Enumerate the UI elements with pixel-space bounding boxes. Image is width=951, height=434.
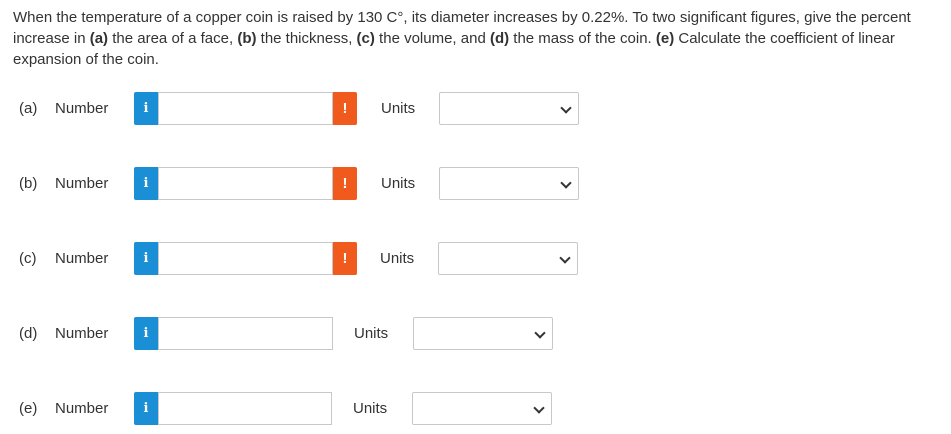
units-select-c[interactable] <box>438 242 578 275</box>
number-input-a[interactable] <box>158 92 333 125</box>
units-label-d: Units <box>354 325 389 342</box>
alert-icon[interactable]: ! <box>333 92 357 125</box>
units-select-a[interactable] <box>439 92 579 125</box>
units-select-b[interactable] <box>439 167 579 200</box>
answer-row-d: (d) Number i Units <box>0 317 951 350</box>
answer-row-a: (a) Number i ! Units <box>0 92 951 125</box>
chevron-down-icon <box>560 102 572 114</box>
chevron-down-icon <box>533 402 545 414</box>
part-label-e: (e) <box>19 400 38 417</box>
answer-row-b: (b) Number i ! Units <box>0 167 951 200</box>
answer-row-e: (e) Number i Units <box>0 392 951 425</box>
question-segment: the mass of the coin. <box>509 30 656 47</box>
chevron-down-icon <box>534 327 546 339</box>
units-label-c: Units <box>380 250 415 267</box>
units-label-a: Units <box>381 100 416 117</box>
units-label-b: Units <box>381 175 416 192</box>
info-icon[interactable]: i <box>134 92 158 125</box>
number-input-d[interactable] <box>158 317 333 350</box>
question-part-a-label: (a) <box>89 30 109 47</box>
alert-icon[interactable]: ! <box>333 167 357 200</box>
question-segment: the thickness, <box>256 30 357 47</box>
question-part-b-label: (b) <box>237 30 257 47</box>
chevron-down-icon <box>559 252 571 264</box>
number-label-b: Number <box>55 175 109 192</box>
question-segment: the volume, and <box>374 30 490 47</box>
number-label-a: Number <box>55 100 109 117</box>
units-select-d[interactable] <box>413 317 553 350</box>
number-label-d: Number <box>55 325 109 342</box>
number-input-b[interactable] <box>158 167 333 200</box>
part-label-a: (a) <box>19 100 38 117</box>
info-icon[interactable]: i <box>134 317 158 350</box>
number-label-e: Number <box>55 400 109 417</box>
chevron-down-icon <box>560 177 572 189</box>
alert-icon[interactable]: ! <box>333 242 357 275</box>
info-icon[interactable]: i <box>134 242 158 275</box>
info-icon[interactable]: i <box>134 167 158 200</box>
question-part-d-label: (d) <box>489 30 510 47</box>
question-part-c-label: (c) <box>356 30 375 47</box>
number-input-c[interactable] <box>158 242 333 275</box>
info-icon[interactable]: i <box>134 392 158 425</box>
units-select-e[interactable] <box>412 392 552 425</box>
number-input-e[interactable] <box>158 392 332 425</box>
part-label-b: (b) <box>19 175 38 192</box>
question-part-e-label: (e) <box>655 30 675 47</box>
question-text: When the temperature of a copper coin is… <box>13 7 943 70</box>
number-label-c: Number <box>55 250 109 267</box>
part-label-c: (c) <box>19 250 37 267</box>
part-label-d: (d) <box>19 325 38 342</box>
answer-row-c: (c) Number i ! Units <box>0 242 951 275</box>
units-label-e: Units <box>353 400 388 417</box>
question-segment: the area of a face, <box>108 30 238 47</box>
